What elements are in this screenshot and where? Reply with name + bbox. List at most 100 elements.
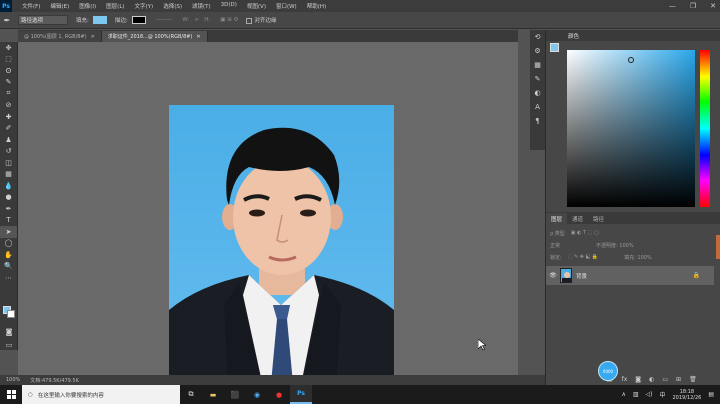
type-tool-icon[interactable]: T (0, 215, 17, 227)
adjustment-icon[interactable]: ◐ (649, 376, 654, 383)
healing-tool-icon[interactable]: ✚ (0, 111, 17, 123)
stroke-swatch[interactable] (131, 16, 146, 24)
panel-foreground-swatch[interactable] (550, 43, 559, 52)
gradient-tool-icon[interactable]: ▦ (0, 169, 17, 181)
color-panel-title[interactable]: 颜色 (568, 32, 579, 40)
portrait-photo[interactable] (169, 105, 394, 404)
auto-select-checkbox[interactable]: 对齐边缘 (246, 16, 277, 24)
brush-tool-icon[interactable]: ✐ (0, 123, 17, 135)
minimize-icon[interactable]: — (669, 2, 676, 10)
explorer-icon[interactable]: ▬ (202, 385, 224, 404)
menu-layer[interactable]: 图层(L) (106, 2, 124, 10)
menu-filter[interactable]: 滤镜(T) (192, 2, 211, 10)
dodge-tool-icon[interactable]: ● (0, 192, 17, 204)
floating-bubble[interactable]: 0000 (598, 361, 618, 381)
delete-layer-icon[interactable]: 🗑 (689, 376, 697, 383)
close-icon[interactable]: ✕ (196, 34, 200, 40)
more-tools-icon[interactable]: ⋯ (0, 272, 17, 284)
ime-icon[interactable]: 中 (659, 390, 665, 399)
history-icon[interactable]: ⟲ (530, 30, 545, 44)
character-icon[interactable]: A (530, 100, 545, 114)
color-picker-ring[interactable] (628, 57, 634, 63)
mask-icon[interactable]: ◙ (635, 376, 641, 383)
filter-icons[interactable]: ▣ ◐ T ⬚ ▢ (571, 230, 599, 236)
eraser-tool-icon[interactable]: ◫ (0, 157, 17, 169)
quick-select-tool-icon[interactable]: ✎ (0, 77, 17, 89)
color-panel-swatches[interactable] (550, 43, 564, 57)
stamp-tool-icon[interactable]: ♟ (0, 134, 17, 146)
brush-settings-icon[interactable]: ✎ (530, 72, 545, 86)
fx-icon[interactable]: fx (622, 376, 628, 383)
taskbar-search[interactable]: ○ 在这里输入你要搜索的内容 (22, 385, 180, 404)
properties-icon[interactable]: ⚙ (530, 44, 545, 58)
quick-mask-icon[interactable]: ◙ (0, 326, 18, 338)
blur-tool-icon[interactable]: 💧 (0, 180, 17, 192)
paragraph-icon[interactable]: ¶ (530, 114, 545, 128)
music-app-icon[interactable]: ● (268, 385, 290, 404)
lasso-tool-icon[interactable]: ʘ (0, 65, 17, 77)
menu-image[interactable]: 图像(I) (79, 2, 96, 10)
fill-swatch[interactable] (92, 16, 107, 24)
lock-icons[interactable]: ⬚ ✎ ✥ ⬕ 🔒 (568, 254, 598, 260)
shape-tool-icon[interactable]: ◯ (0, 238, 17, 250)
screen-mode-icon[interactable]: ▭ (0, 339, 18, 351)
color-field[interactable] (567, 50, 695, 207)
tab-document-2[interactable]: 求职证件_2018...@ 100%(RGB/8#) ✕ (101, 31, 208, 42)
menu-view[interactable]: 视图(V) (247, 2, 266, 10)
menu-edit[interactable]: 编辑(E) (50, 2, 69, 10)
layer-name[interactable]: 背景 (576, 272, 587, 280)
fill-field[interactable]: 填充: 100% (624, 254, 652, 261)
hue-slider[interactable] (700, 50, 710, 207)
stroke-width-field[interactable]: ——— (156, 17, 173, 23)
blend-mode-select[interactable]: 正常 (550, 242, 560, 249)
adjustments-icon[interactable]: ◐ (530, 86, 545, 100)
volume-icon[interactable]: ◁) (646, 391, 653, 398)
close-icon[interactable]: ✕ (710, 2, 716, 10)
scrollbar-thumb[interactable] (716, 235, 720, 259)
browser-icon[interactable]: ◉ (246, 385, 268, 404)
menu-window[interactable]: 窗口(W) (276, 2, 297, 10)
path-ops-icon[interactable]: ▣ ⊞ ⚙ (220, 17, 238, 23)
crop-tool-icon[interactable]: ⌗ (0, 88, 17, 100)
tab-channels[interactable]: 通道 (567, 213, 588, 224)
path-select-tool-icon[interactable]: ➤ (0, 226, 17, 238)
shape-mode-select[interactable]: 路径选项 (18, 15, 68, 25)
new-layer-icon[interactable]: ⊞ (676, 376, 681, 383)
pen-tool-icon[interactable]: ✒ (0, 203, 17, 215)
tab-paths[interactable]: 路径 (588, 213, 609, 224)
background-color[interactable] (7, 310, 15, 318)
color-swatches[interactable] (3, 306, 15, 318)
menu-select[interactable]: 选择(S) (163, 2, 182, 10)
store-icon[interactable]: ⬛ (224, 385, 246, 404)
group-icon[interactable]: ▭ (662, 376, 668, 383)
swatches-icon[interactable]: ▦ (530, 58, 545, 72)
taskbar-clock[interactable]: 18:18 2019/12/26 (673, 389, 702, 401)
tab-document-1[interactable]: @ 100%(图层 1, RGB/8#) ✕ (18, 31, 102, 42)
history-brush-icon[interactable]: ↺ (0, 146, 17, 158)
menu-file[interactable]: 文件(F) (22, 2, 40, 10)
photoshop-taskbar-icon[interactable]: Ps (290, 385, 312, 404)
menu-help[interactable]: 帮助(H) (307, 2, 326, 10)
pen-tool-icon[interactable]: ✒ (0, 16, 14, 25)
task-view-icon[interactable]: ⧉ (180, 385, 202, 404)
tray-expand-icon[interactable]: ∧ (621, 391, 625, 398)
layer-kind-filter[interactable]: ρ 类型 (550, 230, 565, 237)
hand-tool-icon[interactable]: ✋ (0, 249, 17, 261)
zoom-tool-icon[interactable]: 🔍 (0, 261, 17, 273)
eyedropper-tool-icon[interactable]: ⊘ (0, 100, 17, 112)
network-icon[interactable]: ▥ (633, 391, 639, 398)
wh-fields[interactable]: W: ∞ H: (182, 17, 210, 23)
maximize-icon[interactable]: ❐ (690, 2, 696, 10)
canvas-area[interactable] (18, 42, 518, 404)
marquee-tool-icon[interactable]: ⬚ (0, 54, 17, 66)
menu-type[interactable]: 文字(Y) (135, 2, 154, 10)
notification-icon[interactable]: ▤ (708, 391, 714, 398)
menu-3d[interactable]: 3D(D) (221, 2, 237, 10)
start-button[interactable] (0, 385, 22, 404)
opacity-field[interactable]: 不透明度: 100% (596, 242, 634, 249)
zoom-level[interactable]: 100% (6, 377, 20, 383)
tab-layers[interactable]: 图层 (546, 213, 568, 224)
eye-icon[interactable]: 👁 (546, 272, 560, 279)
layer-row-background[interactable]: 👁 背景 🔒 (546, 266, 714, 285)
move-tool-icon[interactable]: ✥ (0, 42, 17, 54)
